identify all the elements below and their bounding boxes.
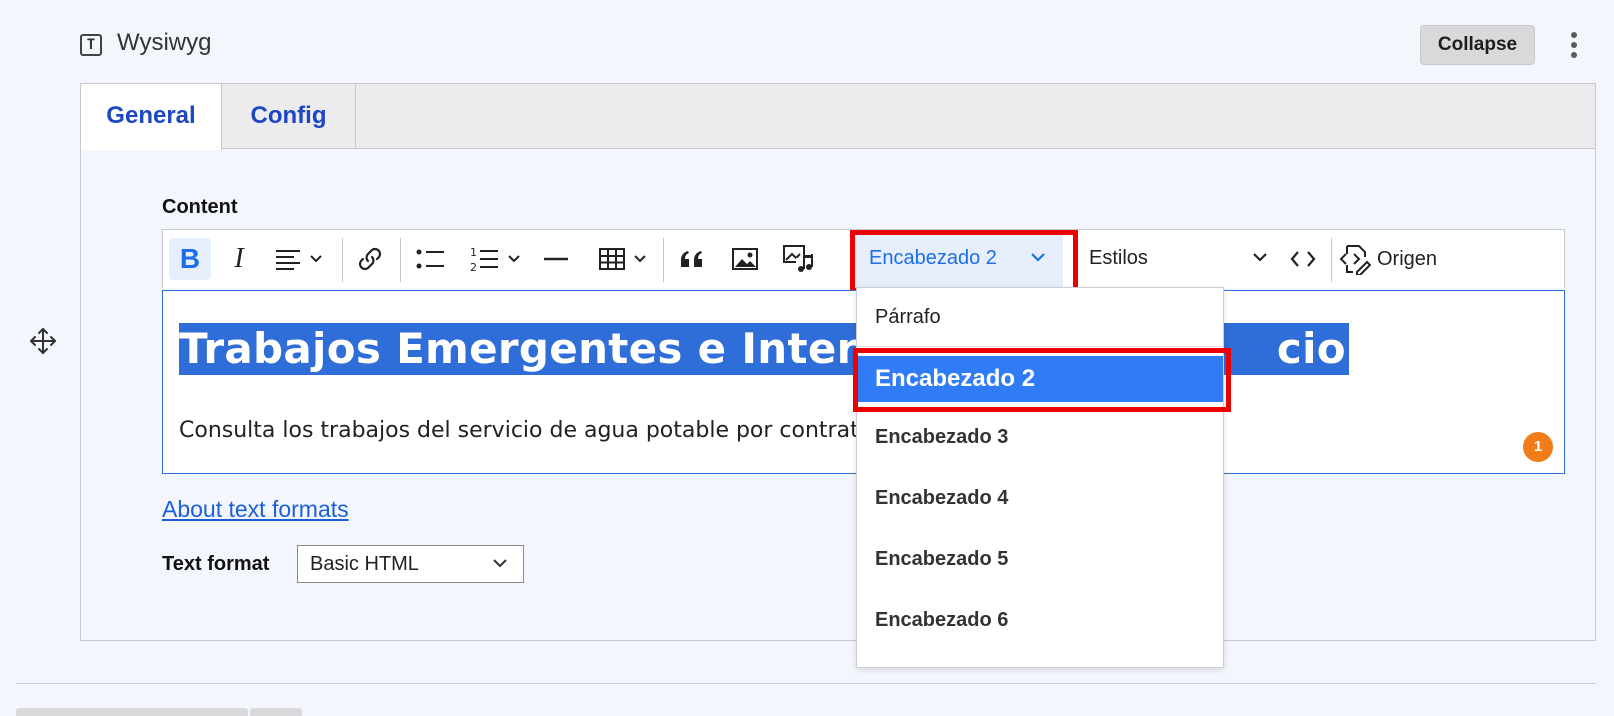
heading-dropdown-menu: Párrafo Encabezado 2 Encabezado 3 Encabe… <box>856 287 1224 668</box>
add-block-button[interactable] <box>16 708 248 716</box>
numbered-list-dropdown[interactable]: 12 <box>463 238 529 280</box>
source-button[interactable]: Origen <box>1339 238 1451 280</box>
editor-toolbar: B I 12 Encabezado 2 Estilos Origen <box>162 229 1565 288</box>
styles-dropdown-value: Estilos <box>1089 247 1148 269</box>
heading-dropdown[interactable]: Encabezado 2 <box>851 230 1063 287</box>
heading-option-h3[interactable]: Encabezado 3 <box>857 412 1223 462</box>
table-dropdown[interactable] <box>591 238 655 280</box>
numbered-list-icon: 12 <box>470 246 498 273</box>
styles-dropdown[interactable]: Estilos <box>1089 230 1269 287</box>
svg-text:2: 2 <box>470 261 477 273</box>
chevron-down-icon <box>1253 253 1267 262</box>
chevron-down-icon <box>1031 253 1045 262</box>
heading-dropdown-value: Encabezado 2 <box>869 247 997 269</box>
svg-text:1: 1 <box>470 246 477 259</box>
about-text-formats-link[interactable]: About text formats <box>162 496 349 523</box>
heading-option-h2[interactable]: Encabezado 2 <box>857 356 1223 402</box>
table-icon <box>599 248 625 270</box>
link-icon <box>358 247 382 271</box>
image-button[interactable] <box>723 238 767 280</box>
block-title: Wysiwyg <box>117 29 212 56</box>
image-icon <box>732 248 758 270</box>
text-format-label: Text format <box>162 553 270 575</box>
wysiwyg-type-icon: T <box>80 34 102 56</box>
more-options-icon[interactable] <box>1568 30 1580 60</box>
link-button[interactable] <box>349 238 391 280</box>
italic-icon: I <box>234 243 244 274</box>
blockquote-icon <box>681 251 702 267</box>
align-dropdown[interactable] <box>267 238 331 280</box>
add-block-menu-button[interactable] <box>250 708 302 716</box>
text-format-select[interactable]: Basic HTML <box>297 545 524 583</box>
chevron-down-icon <box>493 559 507 568</box>
source-editing-icon <box>1339 245 1371 275</box>
heading-option-paragraph[interactable]: Párrafo <box>857 288 1223 346</box>
divider <box>16 683 1596 684</box>
chevron-down-icon <box>310 255 322 263</box>
bullet-list-icon <box>416 249 444 269</box>
chevron-down-icon <box>508 255 520 263</box>
heading-option-h5[interactable]: Encabezado 5 <box>857 534 1223 584</box>
text-format-value: Basic HTML <box>310 553 419 575</box>
editor-paragraph[interactable]: Consulta los trabajos del servicio de ag… <box>179 418 859 443</box>
tab-config[interactable]: Config <box>222 84 356 149</box>
bold-button[interactable]: B <box>169 238 211 280</box>
media-icon <box>783 245 813 272</box>
blockquote-button[interactable] <box>671 238 715 280</box>
italic-button[interactable]: I <box>219 238 259 280</box>
notification-badge[interactable]: 1 <box>1523 432 1553 462</box>
heading-option-h4[interactable]: Encabezado 4 <box>857 473 1223 523</box>
bullet-list-button[interactable] <box>409 238 453 280</box>
content-field-label: Content <box>162 196 238 218</box>
collapse-button[interactable]: Collapse <box>1420 25 1535 65</box>
bold-icon: B <box>179 243 201 274</box>
chevron-down-icon <box>634 255 646 263</box>
horizontal-line-icon <box>544 257 568 261</box>
code-icon <box>1290 251 1316 267</box>
move-handle-icon[interactable] <box>28 326 58 356</box>
horizontal-line-button[interactable] <box>535 238 577 280</box>
code-button[interactable] <box>1281 238 1325 280</box>
tab-bar: General Config <box>81 84 1595 150</box>
tab-general[interactable]: General <box>81 84 222 150</box>
source-button-label: Origen <box>1377 247 1438 270</box>
heading-option-h6[interactable]: Encabezado 6 <box>857 595 1223 645</box>
align-icon <box>276 250 300 270</box>
media-button[interactable] <box>775 238 821 280</box>
